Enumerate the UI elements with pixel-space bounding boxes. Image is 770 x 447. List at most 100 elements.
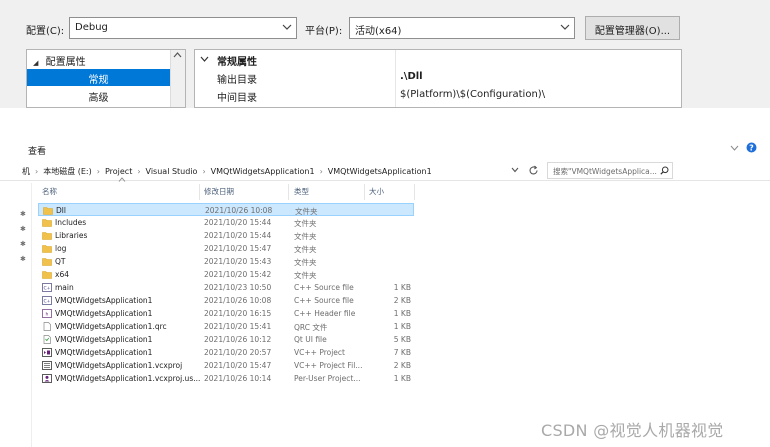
- help-icon[interactable]: ?: [746, 142, 757, 153]
- file-row[interactable]: h VMQtWidgetsApplication1 2021/10/20 16:15…: [38, 307, 414, 320]
- tree-item-advanced[interactable]: 高级: [27, 87, 170, 104]
- tree-scrollbar[interactable]: [170, 50, 185, 107]
- grid-category-label: 常规属性: [217, 57, 257, 68]
- file-type: C++ Header file: [294, 309, 356, 318]
- file-date: 2021/10/26 10:14: [204, 374, 272, 383]
- grid-row-value: $(Platform)\$(Configuration)\: [400, 89, 546, 100]
- config-select[interactable]: Debug: [69, 17, 297, 39]
- configuration-manager-button[interactable]: 配置管理器(O)...: [585, 16, 680, 40]
- breadcrumb[interactable]: 机 › 本地磁盘 (E:) › Project › Visual Studio › VMQtWi…: [22, 166, 432, 177]
- chevron-right-icon[interactable]: ›: [137, 167, 140, 176]
- pin-icon[interactable]: ✱: [20, 225, 27, 233]
- file-date: 2021/10/20 15:44: [204, 218, 272, 227]
- tree-item-config-properties[interactable]: ◢ 配置属性: [33, 51, 86, 68]
- tree-item-label: 常规: [88, 75, 109, 86]
- file-name: VMQtWidgetsApplication1: [55, 296, 153, 305]
- platform-select[interactable]: 活动(x64): [349, 17, 575, 39]
- chevron-right-icon[interactable]: ›: [320, 167, 323, 176]
- blank-file-icon: [42, 322, 52, 331]
- file-name: VMQtWidgetsApplication1.vcxproj.us...: [55, 374, 201, 383]
- chevron-down-icon[interactable]: [730, 144, 739, 152]
- chevron-right-icon[interactable]: ›: [35, 167, 38, 176]
- file-date: 2021/10/23 10:50: [204, 283, 272, 292]
- file-row[interactable]: QT 2021/10/20 15:43 文件夹: [38, 255, 414, 268]
- chevron-down-icon: [282, 24, 292, 30]
- file-date: 2021/10/20 15:44: [204, 231, 272, 240]
- column-header-type[interactable]: 类型: [294, 186, 309, 197]
- file-name: QT: [55, 257, 66, 266]
- tree-item-general[interactable]: 常规: [27, 69, 170, 86]
- breadcrumb-item[interactable]: Visual Studio: [146, 167, 198, 176]
- file-name: log: [55, 244, 67, 253]
- grid-row-output-dir[interactable]: 输出目录 .\Dll: [195, 69, 681, 86]
- chevron-down-icon[interactable]: [510, 165, 520, 175]
- cpp-header-icon: h: [42, 309, 52, 318]
- search-icon[interactable]: [660, 166, 669, 175]
- file-size: 1 KB: [393, 283, 411, 292]
- scroll-up-icon[interactable]: [171, 50, 184, 60]
- breadcrumb-item[interactable]: VMQtWidgetsApplication1: [211, 167, 315, 176]
- file-row[interactable]: log 2021/10/20 15:47 文件夹: [38, 242, 414, 255]
- grid-row-intermediate-dir[interactable]: 中间目录 $(Platform)\$(Configuration)\: [195, 87, 681, 104]
- file-row[interactable]: x64 2021/10/20 15:42 文件夹: [38, 268, 414, 281]
- file-row[interactable]: Includes 2021/10/20 15:44 文件夹: [38, 216, 414, 229]
- file-size: 2 KB: [393, 296, 411, 305]
- file-row[interactable]: C+ main 2021/10/23 10:50 C++ Source file 1 K…: [38, 281, 414, 294]
- file-type: Qt UI file: [294, 335, 327, 344]
- cpp-source-icon: C+: [42, 296, 52, 305]
- grid-row-value: .\Dll: [400, 71, 423, 82]
- breadcrumb-item[interactable]: 本地磁盘 (E:): [43, 167, 92, 176]
- file-date: 2021/10/20 15:43: [204, 257, 272, 266]
- file-date: 2021/10/20 15:47: [204, 244, 272, 253]
- file-row[interactable]: VMQtWidgetsApplication1.vcxproj 2021/10/2…: [38, 359, 414, 372]
- chevron-right-icon[interactable]: ›: [202, 167, 205, 176]
- file-explorer-window: 查看 ? 机 › 本地磁盘 (E:) › Project › Visual Studio › V…: [0, 130, 770, 447]
- file-type: QRC 文件: [294, 323, 328, 332]
- sort-ascending-icon: [118, 177, 126, 182]
- column-divider[interactable]: [288, 184, 289, 200]
- pin-icon[interactable]: ✱: [20, 240, 27, 248]
- file-name: VMQtWidgetsApplication1: [55, 309, 153, 318]
- file-name: Includes: [55, 218, 87, 227]
- file-date: 2021/10/20 15:47: [204, 361, 272, 370]
- breadcrumb-item[interactable]: VMQtWidgetsApplication1: [328, 167, 432, 176]
- column-divider[interactable]: [364, 184, 365, 200]
- file-name: Libraries: [55, 231, 88, 240]
- file-row[interactable]: VMQtWidgetsApplication1 2021/10/26 10:12 Q…: [38, 333, 414, 346]
- file-type: VC++ Project: [294, 348, 345, 357]
- file-type: 文件夹: [294, 245, 317, 254]
- column-header-size[interactable]: 大小: [369, 186, 384, 197]
- column-divider[interactable]: [199, 184, 200, 200]
- folder-icon: [42, 257, 52, 266]
- refresh-icon[interactable]: [528, 165, 539, 176]
- file-row[interactable]: VMQtWidgetsApplication1.vcxproj.us... 202…: [38, 372, 414, 385]
- chevron-down-icon[interactable]: [200, 55, 209, 63]
- file-row[interactable]: Dll 2021/10/26 10:08 文件夹: [38, 203, 414, 216]
- qt-ui-file-icon: [42, 335, 52, 344]
- navigation-pane-divider[interactable]: [31, 183, 32, 447]
- file-row[interactable]: VMQtWidgetsApplication1 2021/10/20 20:57 V…: [38, 346, 414, 359]
- breadcrumb-item[interactable]: 机: [22, 167, 30, 176]
- chevron-right-icon[interactable]: ›: [97, 167, 100, 176]
- grid-category-general[interactable]: 常规属性: [195, 51, 681, 68]
- file-row[interactable]: VMQtWidgetsApplication1.qrc 2021/10/20 15…: [38, 320, 414, 333]
- property-grid: 常规属性 输出目录 .\Dll 中间目录 $(Platform)\$(Confi…: [194, 49, 682, 108]
- pin-icon[interactable]: ✱: [20, 210, 27, 218]
- file-size: 1 KB: [393, 374, 411, 383]
- column-header-date[interactable]: 修改日期: [204, 186, 234, 197]
- file-date: 2021/10/26 10:08: [205, 206, 273, 215]
- file-size: 2 KB: [393, 361, 411, 370]
- breadcrumb-item[interactable]: Project: [105, 167, 132, 176]
- column-divider[interactable]: [414, 184, 415, 200]
- ribbon-tab-view[interactable]: 查看: [28, 144, 46, 157]
- file-size: 1 KB: [393, 309, 411, 318]
- file-row[interactable]: C+ VMQtWidgetsApplication1 2021/10/26 10:0…: [38, 294, 414, 307]
- vcxproj-filters-icon: [42, 361, 52, 370]
- file-name: x64: [55, 270, 69, 279]
- search-placeholder: 搜索"VMQtWidgetsApplica...: [553, 167, 657, 176]
- column-header-name[interactable]: 名称: [42, 186, 57, 197]
- file-row[interactable]: Libraries 2021/10/20 15:44 文件夹: [38, 229, 414, 242]
- search-input[interactable]: 搜索"VMQtWidgetsApplica...: [547, 162, 673, 179]
- pin-icon[interactable]: ✱: [20, 255, 27, 263]
- triangle-expanded-icon[interactable]: ◢: [33, 59, 38, 67]
